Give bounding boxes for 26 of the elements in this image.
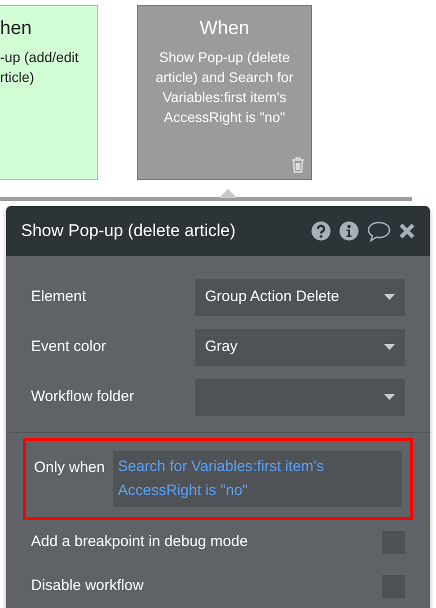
dropdown[interactable]: Gray [195,328,405,366]
option-label: Disable workflow [31,576,144,596]
card-title: When [198,18,250,41]
card-text: Show Pop-up (delete [158,48,291,67]
caret-icon [384,344,395,350]
close-icon[interactable] [399,223,415,239]
field-label: Event color [31,336,108,357]
card-title: hen [0,18,33,41]
card-text: Variables:first item's [162,88,288,107]
help-icon[interactable] [311,221,331,241]
workflow-card[interactable]: hen -up (add/edit rticle) [0,5,98,180]
card-text: AccessRight is "no" [162,108,286,127]
field-label: Only when [34,458,105,478]
info-icon[interactable] [339,221,359,241]
field-label: Workflow folder [31,386,136,407]
comment-icon[interactable] [367,220,391,242]
pointer-icon [219,189,237,198]
card-text: article) and Search for [154,68,294,87]
field-label: Element [31,286,88,307]
card-text: -up (add/edit [0,48,80,67]
caret-icon [384,294,395,300]
caret-icon [384,394,395,400]
dropdown[interactable]: Group Action Delete [195,278,405,316]
option-label: Add a breakpoint in debug mode [31,532,248,552]
card-text: rticle) [0,68,36,87]
popup-title: Show Pop-up (delete article) [21,220,236,242]
